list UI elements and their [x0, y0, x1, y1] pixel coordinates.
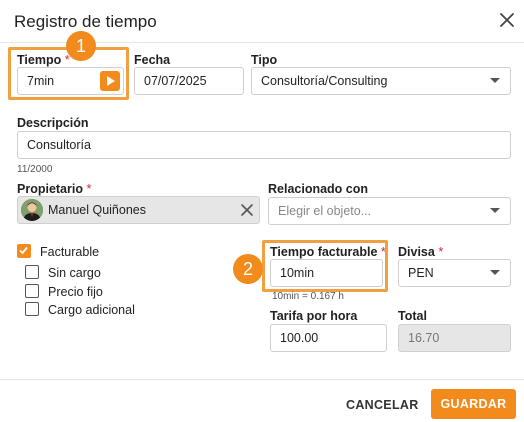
- save-button[interactable]: GUARDAR: [431, 389, 516, 419]
- clear-icon[interactable]: [239, 202, 255, 218]
- propietario-field[interactable]: Manuel Quiñones: [17, 196, 260, 224]
- tarifa-input[interactable]: 100.00: [270, 324, 387, 352]
- callout-badge-1: 1: [66, 31, 96, 61]
- relacionado-placeholder: Elegir el objeto...: [278, 204, 372, 218]
- tipo-select[interactable]: Consultoría/Consulting: [251, 67, 511, 95]
- facturable-label: Facturable: [40, 245, 100, 259]
- sin-cargo-label: Sin cargo: [48, 266, 101, 280]
- relacionado-select[interactable]: Elegir el objeto...: [268, 197, 511, 225]
- propietario-label: Propietario *: [17, 182, 92, 196]
- tiempo-facturable-value: 10min: [280, 266, 315, 280]
- play-button[interactable]: [100, 71, 120, 91]
- chevron-down-icon: [490, 270, 500, 275]
- total-field: 16.70: [398, 324, 511, 352]
- propietario-value: Manuel Quiñones: [48, 203, 146, 217]
- chevron-down-icon: [490, 78, 500, 83]
- cancel-button[interactable]: CANCELAR: [346, 398, 419, 412]
- precio-fijo-checkbox[interactable]: [25, 284, 39, 298]
- sin-cargo-checkbox[interactable]: [25, 265, 39, 279]
- play-icon: [107, 76, 115, 86]
- check-icon: [19, 246, 28, 255]
- descripcion-value: Consultoría: [27, 138, 91, 152]
- fecha-value: 07/07/2025: [144, 74, 207, 88]
- precio-fijo-label: Precio fijo: [48, 285, 103, 299]
- facturable-checkbox[interactable]: [17, 244, 31, 258]
- tarifa-label: Tarifa por hora: [270, 309, 358, 323]
- footer-divider: [0, 379, 524, 380]
- divisa-value: PEN: [408, 266, 434, 280]
- descripcion-label: Descripción: [17, 116, 89, 130]
- divisa-label: Divisa *: [398, 245, 444, 259]
- tiempo-value: 7min: [27, 74, 55, 88]
- dialog-title: Registro de tiempo: [14, 12, 157, 31]
- tiempo-facturable-hint: 10min = 0.167 h: [272, 291, 344, 302]
- chevron-down-icon: [490, 208, 500, 213]
- total-value: 16.70: [408, 331, 440, 345]
- relacionado-label: Relacionado con: [268, 182, 369, 196]
- total-label: Total: [398, 309, 427, 323]
- tiempo-facturable-input[interactable]: 10min: [270, 259, 383, 287]
- tarifa-value: 100.00: [280, 331, 319, 345]
- callout-badge-2: 2: [233, 254, 263, 284]
- tiempo-label: Tiempo *: [17, 53, 70, 67]
- fecha-label: Fecha: [134, 53, 171, 67]
- descripcion-input[interactable]: Consultoría: [17, 131, 511, 159]
- close-icon[interactable]: [497, 10, 517, 30]
- cargo-adicional-label: Cargo adicional: [48, 303, 135, 317]
- tipo-value: Consultoría/Consulting: [261, 74, 388, 88]
- avatar: [21, 199, 43, 221]
- tiempo-facturable-label: Tiempo facturable *: [270, 245, 386, 259]
- divisa-select[interactable]: PEN: [398, 259, 511, 287]
- tipo-label: Tipo: [251, 53, 278, 67]
- fecha-input[interactable]: 07/07/2025: [134, 67, 244, 95]
- descripcion-counter: 11/2000: [17, 164, 53, 175]
- cargo-adicional-checkbox[interactable]: [25, 302, 39, 316]
